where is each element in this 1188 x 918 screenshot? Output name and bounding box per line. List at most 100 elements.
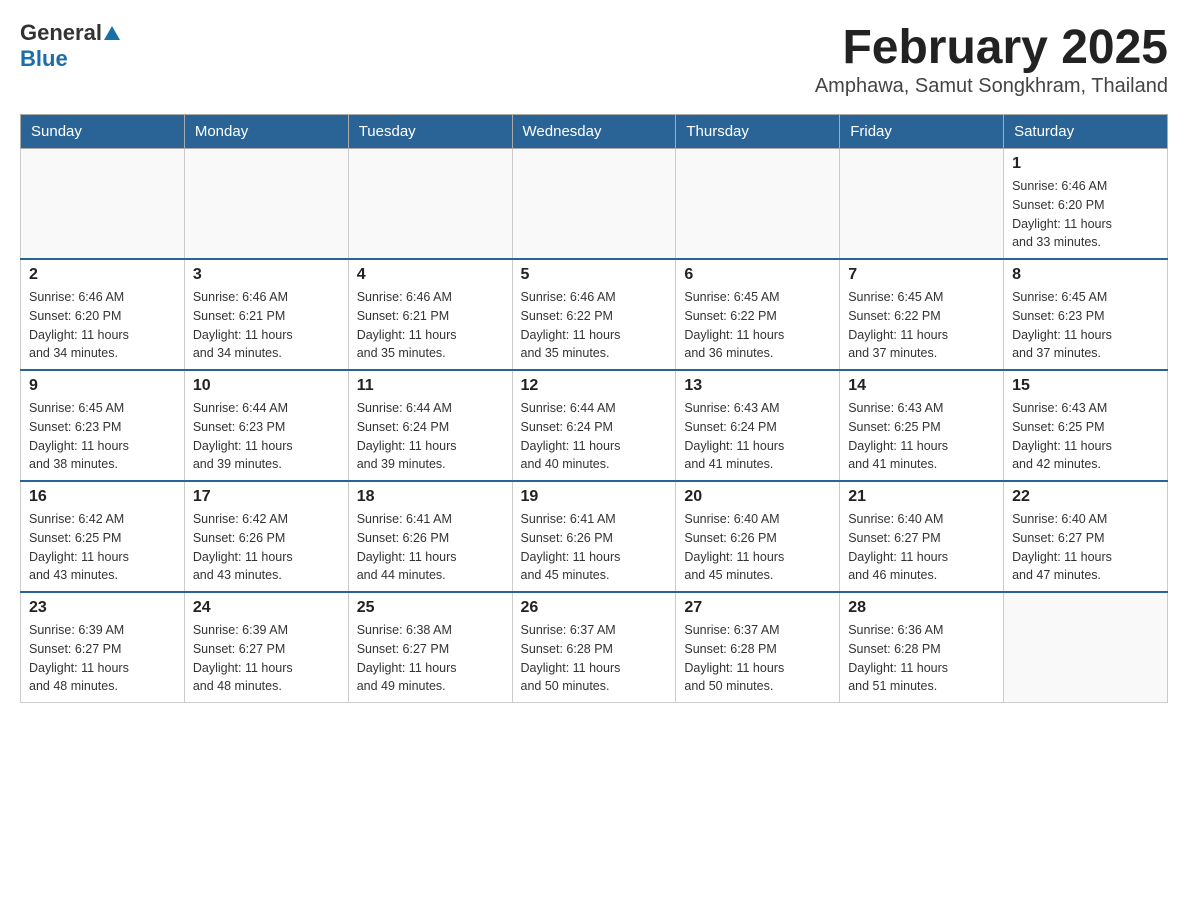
weekday-header-tuesday: Tuesday: [348, 115, 512, 149]
day-info: Sunrise: 6:40 AMSunset: 6:27 PMDaylight:…: [1012, 510, 1159, 585]
week-row-1: 1 Sunrise: 6:46 AMSunset: 6:20 PMDaylight…: [21, 149, 1168, 260]
day-number: 4: [357, 266, 504, 284]
calendar-cell: [840, 149, 1004, 260]
weekday-header-wednesday: Wednesday: [512, 115, 676, 149]
logo-triangle-icon: [104, 26, 120, 40]
day-info: Sunrise: 6:39 AMSunset: 6:27 PMDaylight:…: [193, 621, 340, 696]
calendar-cell: 6Sunrise: 6:45 AMSunset: 6:22 PMDaylight…: [676, 259, 840, 370]
calendar-cell: 20Sunrise: 6:40 AMSunset: 6:26 PMDayligh…: [676, 481, 840, 592]
day-info: Sunrise: 6:42 AMSunset: 6:26 PMDaylight:…: [193, 510, 340, 585]
calendar-cell: 11Sunrise: 6:44 AMSunset: 6:24 PMDayligh…: [348, 370, 512, 481]
title-area: February 2025 Amphawa, Samut Songkhram, …: [815, 20, 1168, 98]
calendar-cell: 8Sunrise: 6:45 AMSunset: 6:23 PMDaylight…: [1004, 259, 1168, 370]
calendar-cell: [21, 149, 185, 260]
calendar-table: SundayMondayTuesdayWednesdayThursdayFrid…: [20, 114, 1168, 703]
month-title: February 2025: [815, 20, 1168, 75]
day-number: 11: [357, 377, 504, 395]
weekday-header-saturday: Saturday: [1004, 115, 1168, 149]
day-info: Sunrise: 6:45 AMSunset: 6:23 PMDaylight:…: [29, 399, 176, 474]
calendar-cell: 24 Sunrise: 6:39 AMSunset: 6:27 PMDayligh…: [184, 592, 348, 703]
day-number: 27: [684, 599, 831, 617]
calendar-cell: 22 Sunrise: 6:40 AMSunset: 6:27 PMDayligh…: [1004, 481, 1168, 592]
day-number: 14: [848, 377, 995, 395]
calendar-cell: 26 Sunrise: 6:37 AMSunset: 6:28 PMDayligh…: [512, 592, 676, 703]
day-number: 28: [848, 599, 995, 617]
day-number: 10: [193, 377, 340, 395]
calendar-cell: 19 Sunrise: 6:41 AMSunset: 6:26 PMDayligh…: [512, 481, 676, 592]
calendar-cell: 1 Sunrise: 6:46 AMSunset: 6:20 PMDaylight…: [1004, 149, 1168, 260]
day-number: 6: [684, 266, 831, 284]
day-info: Sunrise: 6:42 AMSunset: 6:25 PMDaylight:…: [29, 510, 176, 585]
page-header: General Blue February 2025 Amphawa, Samu…: [20, 20, 1168, 98]
calendar-cell: 4 Sunrise: 6:46 AMSunset: 6:21 PMDaylight…: [348, 259, 512, 370]
day-info: Sunrise: 6:37 AMSunset: 6:28 PMDaylight:…: [684, 621, 831, 696]
calendar-cell: 28 Sunrise: 6:36 AMSunset: 6:28 PMDayligh…: [840, 592, 1004, 703]
day-number: 18: [357, 488, 504, 506]
location-subtitle: Amphawa, Samut Songkhram, Thailand: [815, 75, 1168, 98]
day-number: 16: [29, 488, 176, 506]
calendar-cell: 27 Sunrise: 6:37 AMSunset: 6:28 PMDayligh…: [676, 592, 840, 703]
week-row-4: 16 Sunrise: 6:42 AMSunset: 6:25 PMDayligh…: [21, 481, 1168, 592]
day-info: Sunrise: 6:41 AMSunset: 6:26 PMDaylight:…: [521, 510, 668, 585]
day-number: 3: [193, 266, 340, 284]
calendar-cell: 13 Sunrise: 6:43 AMSunset: 6:24 PMDayligh…: [676, 370, 840, 481]
day-number: 9: [29, 377, 176, 395]
week-row-5: 23 Sunrise: 6:39 AMSunset: 6:27 PMDayligh…: [21, 592, 1168, 703]
day-info: Sunrise: 6:37 AMSunset: 6:28 PMDaylight:…: [521, 621, 668, 696]
day-info: Sunrise: 6:46 AMSunset: 6:20 PMDaylight:…: [1012, 177, 1159, 252]
day-number: 2: [29, 266, 176, 284]
calendar-cell: [512, 149, 676, 260]
day-number: 13: [684, 377, 831, 395]
calendar-cell: 2 Sunrise: 6:46 AMSunset: 6:20 PMDaylight…: [21, 259, 185, 370]
day-info: Sunrise: 6:46 AMSunset: 6:20 PMDaylight:…: [29, 288, 176, 363]
day-info: Sunrise: 6:45 AMSunset: 6:22 PMDaylight:…: [848, 288, 995, 363]
calendar-cell: 21Sunrise: 6:40 AMSunset: 6:27 PMDayligh…: [840, 481, 1004, 592]
calendar-cell: 9 Sunrise: 6:45 AMSunset: 6:23 PMDaylight…: [21, 370, 185, 481]
day-info: Sunrise: 6:43 AMSunset: 6:25 PMDaylight:…: [1012, 399, 1159, 474]
calendar-cell: 23 Sunrise: 6:39 AMSunset: 6:27 PMDayligh…: [21, 592, 185, 703]
calendar-cell: 18 Sunrise: 6:41 AMSunset: 6:26 PMDayligh…: [348, 481, 512, 592]
day-info: Sunrise: 6:44 AMSunset: 6:24 PMDaylight:…: [521, 399, 668, 474]
calendar-cell: [676, 149, 840, 260]
calendar-cell: 25 Sunrise: 6:38 AMSunset: 6:27 PMDayligh…: [348, 592, 512, 703]
day-info: Sunrise: 6:46 AMSunset: 6:22 PMDaylight:…: [521, 288, 668, 363]
day-number: 7: [848, 266, 995, 284]
day-info: Sunrise: 6:46 AMSunset: 6:21 PMDaylight:…: [193, 288, 340, 363]
calendar-cell: 12 Sunrise: 6:44 AMSunset: 6:24 PMDayligh…: [512, 370, 676, 481]
day-number: 12: [521, 377, 668, 395]
weekday-header-friday: Friday: [840, 115, 1004, 149]
calendar-header-row: SundayMondayTuesdayWednesdayThursdayFrid…: [21, 115, 1168, 149]
calendar-cell: 5 Sunrise: 6:46 AMSunset: 6:22 PMDaylight…: [512, 259, 676, 370]
day-number: 23: [29, 599, 176, 617]
day-info: Sunrise: 6:39 AMSunset: 6:27 PMDaylight:…: [29, 621, 176, 696]
day-info: Sunrise: 6:46 AMSunset: 6:21 PMDaylight:…: [357, 288, 504, 363]
week-row-2: 2 Sunrise: 6:46 AMSunset: 6:20 PMDaylight…: [21, 259, 1168, 370]
calendar-cell: 17 Sunrise: 6:42 AMSunset: 6:26 PMDayligh…: [184, 481, 348, 592]
calendar-cell: 14Sunrise: 6:43 AMSunset: 6:25 PMDayligh…: [840, 370, 1004, 481]
day-number: 25: [357, 599, 504, 617]
weekday-header-monday: Monday: [184, 115, 348, 149]
weekday-header-sunday: Sunday: [21, 115, 185, 149]
day-number: 15: [1012, 377, 1159, 395]
week-row-3: 9 Sunrise: 6:45 AMSunset: 6:23 PMDaylight…: [21, 370, 1168, 481]
day-number: 22: [1012, 488, 1159, 506]
day-number: 24: [193, 599, 340, 617]
calendar-cell: 10Sunrise: 6:44 AMSunset: 6:23 PMDayligh…: [184, 370, 348, 481]
day-info: Sunrise: 6:41 AMSunset: 6:26 PMDaylight:…: [357, 510, 504, 585]
day-number: 17: [193, 488, 340, 506]
day-info: Sunrise: 6:38 AMSunset: 6:27 PMDaylight:…: [357, 621, 504, 696]
day-number: 1: [1012, 155, 1159, 173]
day-info: Sunrise: 6:45 AMSunset: 6:23 PMDaylight:…: [1012, 288, 1159, 363]
day-info: Sunrise: 6:43 AMSunset: 6:24 PMDaylight:…: [684, 399, 831, 474]
day-number: 19: [521, 488, 668, 506]
weekday-header-thursday: Thursday: [676, 115, 840, 149]
day-number: 5: [521, 266, 668, 284]
calendar-cell: [184, 149, 348, 260]
logo-general-text: General: [20, 20, 102, 46]
day-info: Sunrise: 6:36 AMSunset: 6:28 PMDaylight:…: [848, 621, 995, 696]
logo: General Blue: [20, 20, 120, 72]
logo-blue-text: Blue: [20, 46, 68, 72]
calendar-cell: 7 Sunrise: 6:45 AMSunset: 6:22 PMDaylight…: [840, 259, 1004, 370]
calendar-cell: 15 Sunrise: 6:43 AMSunset: 6:25 PMDayligh…: [1004, 370, 1168, 481]
day-number: 26: [521, 599, 668, 617]
